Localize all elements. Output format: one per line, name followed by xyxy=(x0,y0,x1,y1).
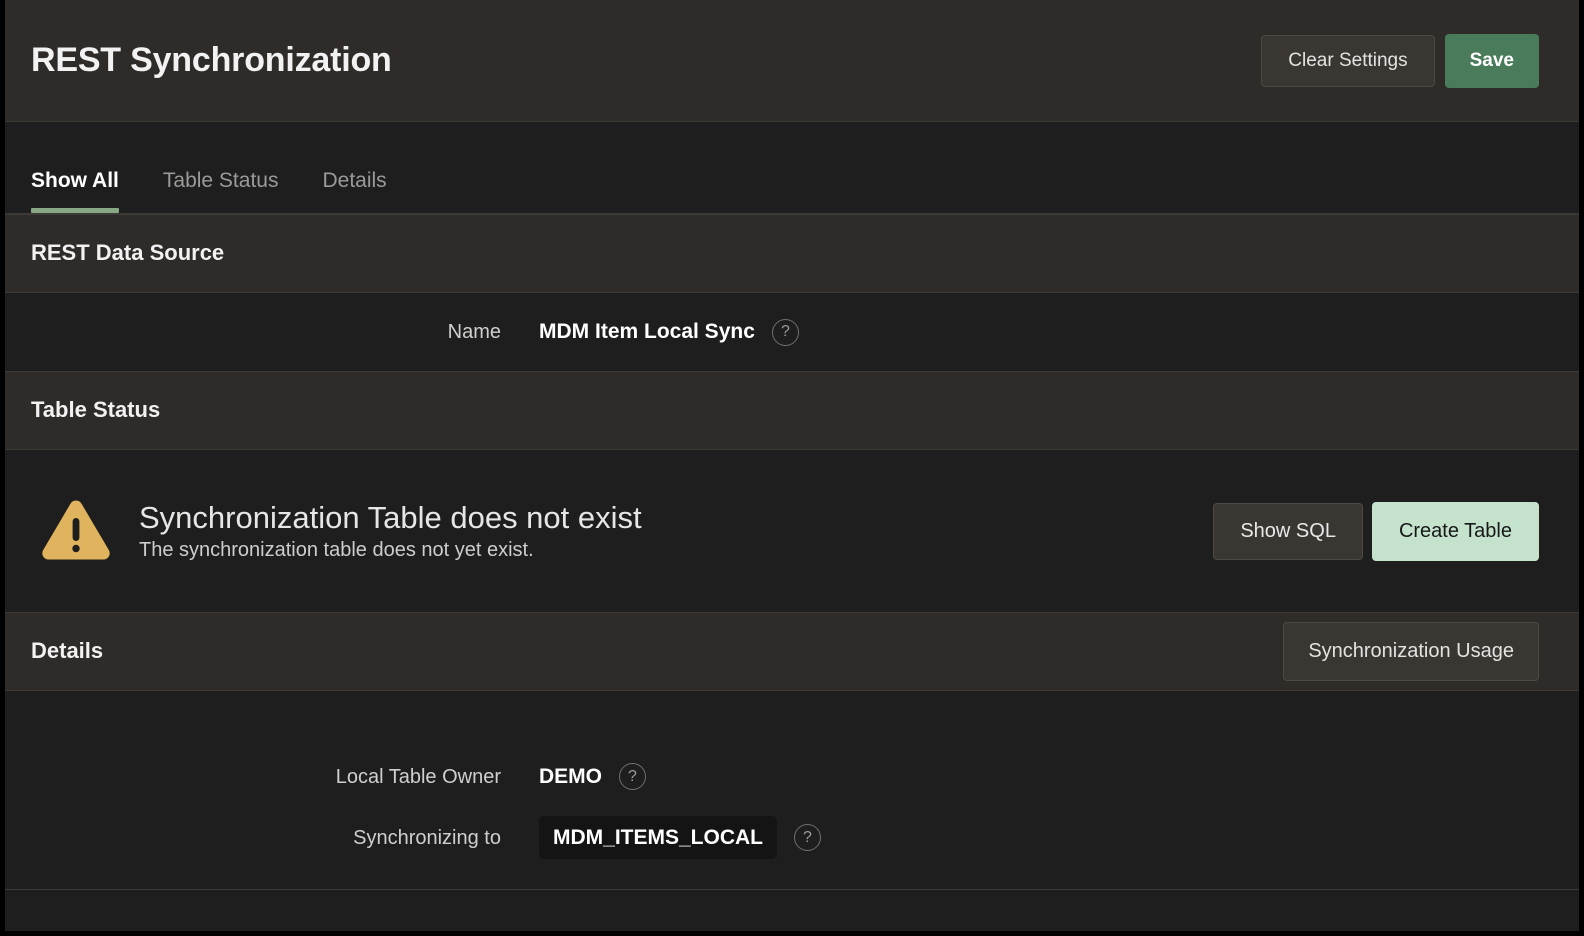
table-status-heading: Table Status xyxy=(31,397,161,423)
section-header-details: Details Synchronization Usage xyxy=(5,612,1579,691)
page-title: REST Synchronization xyxy=(31,40,392,79)
tab-table-status-label: Table Status xyxy=(162,169,279,192)
synchronization-usage-button[interactable]: Synchronization Usage xyxy=(1283,622,1539,681)
tab-show-all[interactable]: Show All xyxy=(31,170,141,213)
tab-table-status[interactable]: Table Status xyxy=(163,170,301,213)
create-table-button[interactable]: Create Table xyxy=(1371,501,1539,561)
rest-data-source-heading: REST Data Source xyxy=(31,240,225,266)
alert-actions: Show SQL Create Table xyxy=(1213,501,1539,561)
header-actions: Clear Settings Save xyxy=(1261,33,1539,88)
clear-settings-button[interactable]: Clear Settings xyxy=(1261,34,1435,87)
page-header: REST Synchronization Clear Settings Save xyxy=(5,0,1579,122)
help-icon[interactable]: ? xyxy=(619,763,646,790)
bottom-divider xyxy=(5,889,1579,890)
tab-bar: Show All Table Status Details xyxy=(5,122,1579,214)
name-value-group: MDM Item Local Sync ? xyxy=(539,318,799,346)
details-heading: Details xyxy=(31,638,104,664)
form-row-name: Name MDM Item Local Sync ? xyxy=(5,293,1579,371)
alert-subtitle: The synchronization table does not yet e… xyxy=(139,539,534,562)
tab-details-label: Details xyxy=(322,169,387,192)
local-table-owner-value-group: DEMO ? xyxy=(539,763,646,790)
synchronizing-to-field[interactable]: MDM_ITEMS_LOCAL xyxy=(539,816,777,860)
tab-details[interactable]: Details xyxy=(322,170,408,213)
rest-data-source-body: Name MDM Item Local Sync ? xyxy=(5,293,1579,371)
form-row-local-table-owner: Local Table Owner DEMO ? xyxy=(5,691,1579,790)
local-table-owner-label: Local Table Owner xyxy=(335,765,501,788)
name-label: Name xyxy=(447,321,501,343)
help-icon[interactable]: ? xyxy=(771,318,799,346)
local-table-owner-value: DEMO xyxy=(539,764,602,788)
help-icon[interactable]: ? xyxy=(794,824,821,852)
form-row-synchronizing-to: Synchronizing to MDM_ITEMS_LOCAL ? xyxy=(5,790,1579,860)
synchronizing-to-value: MDM_ITEMS_LOCAL xyxy=(553,826,763,849)
warning-triangle-icon xyxy=(39,498,113,564)
rest-synchronization-page: REST Synchronization Clear Settings Save… xyxy=(5,0,1579,931)
section-header-rest-data-source: REST Data Source xyxy=(5,214,1579,293)
alert-text-group: Synchronization Table does not exist The… xyxy=(139,500,1213,563)
table-status-alert: Synchronization Table does not exist The… xyxy=(5,450,1579,612)
details-body: Local Table Owner DEMO ? Synchronizing t… xyxy=(5,691,1579,890)
section-header-table-status: Table Status xyxy=(5,371,1579,450)
save-button[interactable]: Save xyxy=(1444,33,1539,88)
name-value: MDM Item Local Sync xyxy=(539,320,755,344)
alert-title: Synchronization Table does not exist xyxy=(139,499,642,535)
synchronizing-to-label: Synchronizing to xyxy=(353,826,501,849)
show-sql-button[interactable]: Show SQL xyxy=(1213,502,1363,560)
tab-show-all-label: Show All xyxy=(31,169,119,192)
